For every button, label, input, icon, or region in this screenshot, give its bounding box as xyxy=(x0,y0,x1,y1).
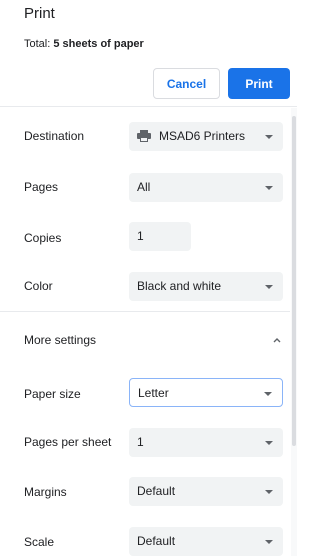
pages-per-sheet-label: Pages per sheet xyxy=(24,435,112,449)
pages-per-sheet-value: 1 xyxy=(137,435,144,449)
margins-value: Default xyxy=(137,484,176,498)
printer-icon xyxy=(137,130,151,142)
copies-value: 1 xyxy=(137,229,144,243)
total-value: 5 sheets of paper xyxy=(53,38,144,50)
destination-label: Destination xyxy=(24,129,85,143)
paper-size-select[interactable]: Letter xyxy=(129,378,283,407)
total-prefix: Total: xyxy=(24,38,54,50)
color-select[interactable]: Black and white xyxy=(129,272,283,301)
more-settings-toggle[interactable]: More settings xyxy=(0,319,290,360)
page-title: Print xyxy=(24,5,55,22)
destination-select[interactable]: MSAD6 Printers xyxy=(129,122,283,151)
pages-per-sheet-select[interactable]: 1 xyxy=(129,428,283,457)
more-settings-divider xyxy=(0,311,290,312)
scale-label: Scale xyxy=(24,535,55,549)
margins-select[interactable]: Default xyxy=(129,477,283,506)
total-sheets: Total: 5 sheets of paper xyxy=(24,38,144,50)
destination-row: Destination MSAD6 Printers xyxy=(0,111,290,161)
pages-row: Pages All xyxy=(0,163,290,213)
color-row: Color Black and white xyxy=(0,263,290,313)
more-settings-label: More settings xyxy=(24,333,97,347)
chevron-down-icon xyxy=(265,135,273,139)
pages-label: Pages xyxy=(24,180,59,194)
paper-size-row: Paper size Letter xyxy=(0,369,290,419)
margins-row: Margins Default xyxy=(0,469,290,519)
copies-label: Copies xyxy=(24,231,62,245)
chevron-down-icon xyxy=(265,186,273,190)
settings-panel[interactable]: Destination MSAD6 Printers Pages All Cop… xyxy=(0,107,297,556)
chevron-down-icon xyxy=(264,392,272,396)
pages-per-sheet-row: Pages per sheet 1 xyxy=(0,419,290,469)
scrollbar-thumb[interactable] xyxy=(292,116,296,446)
scale-value: Default xyxy=(137,534,176,548)
cancel-button[interactable]: Cancel xyxy=(153,68,220,99)
print-button[interactable]: Print xyxy=(228,68,290,99)
paper-size-label: Paper size xyxy=(24,387,81,401)
color-label: Color xyxy=(24,279,53,293)
chevron-down-icon xyxy=(265,441,273,445)
scale-row: Scale Default xyxy=(0,519,290,556)
color-value: Black and white xyxy=(137,279,222,293)
print-header: Print Total: 5 sheets of paper Cancel Pr… xyxy=(0,0,297,106)
chevron-up-icon[interactable] xyxy=(273,337,281,343)
paper-size-value: Letter xyxy=(138,386,169,400)
scale-select[interactable]: Default xyxy=(129,527,283,556)
copies-row: Copies 1 xyxy=(0,214,290,264)
pages-select[interactable]: All xyxy=(129,173,283,202)
chevron-down-icon xyxy=(265,540,273,544)
destination-value: MSAD6 Printers xyxy=(159,129,246,143)
pages-value: All xyxy=(137,180,151,194)
copies-input[interactable]: 1 xyxy=(129,222,191,251)
chevron-down-icon xyxy=(265,285,273,289)
chevron-down-icon xyxy=(265,490,273,494)
margins-label: Margins xyxy=(24,485,67,499)
